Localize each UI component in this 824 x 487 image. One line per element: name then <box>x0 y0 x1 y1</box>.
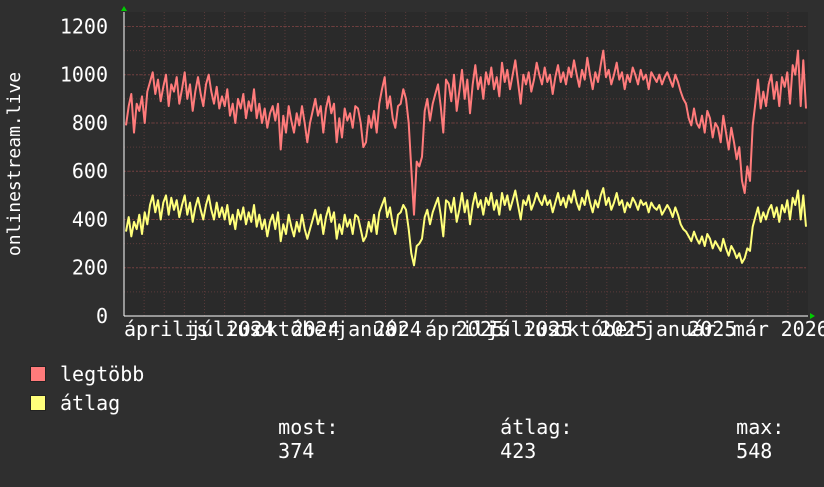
x-tick-label: 2024 <box>374 317 422 340</box>
stat-avg-value: 423 <box>500 439 537 463</box>
x-tick-label: már <box>733 317 769 340</box>
stat-avg-label: átlag: <box>500 415 573 439</box>
legend-swatch-max <box>30 366 46 382</box>
y-tick-label: 1200 <box>60 14 108 38</box>
legend-item-avg: átlag most: 374 átlag: 423 max: 548 <box>30 391 810 463</box>
stat-most: most: 374 <box>230 391 338 487</box>
y-axis-arrow <box>121 6 127 11</box>
y-tick-label: 600 <box>72 159 108 183</box>
legend-label-max: legtöbb <box>60 362 145 386</box>
stat-most-value: 374 <box>278 439 315 463</box>
y-tick-label: 200 <box>72 256 108 280</box>
y-axis-label: onlinestream.live <box>4 72 25 256</box>
stat-most-label: most: <box>278 415 339 439</box>
chart: 0 200 400 600 800 1000 1200 áprilisjúlius2024o… <box>4 6 824 340</box>
x-tick-label: 2024 <box>292 317 340 340</box>
y-tick-label: 1000 <box>60 63 108 87</box>
y-tick-label: 800 <box>72 111 108 135</box>
stat-avg: átlag: 423 <box>452 391 572 487</box>
y-tick-label: 400 <box>72 207 108 231</box>
stat-max-label: max: <box>736 415 785 439</box>
y-tick-label: 0 <box>96 304 108 328</box>
legend-swatch-avg <box>30 395 46 411</box>
x-tick-label: 2025 <box>688 317 736 340</box>
x-tick-label: 2026 <box>781 317 824 340</box>
stat-max: max: 548 <box>688 391 784 487</box>
stat-max-value: 548 <box>736 439 773 463</box>
x-tick-label: 2025 <box>599 317 647 340</box>
legend-item-max: legtöbb <box>30 362 144 386</box>
legend-label-avg: átlag <box>60 391 121 415</box>
x-tick-labels: áprilisjúlius2024október2024január2024 áp… <box>124 317 824 340</box>
y-tick-labels: 0 200 400 600 800 1000 1200 <box>60 14 108 328</box>
